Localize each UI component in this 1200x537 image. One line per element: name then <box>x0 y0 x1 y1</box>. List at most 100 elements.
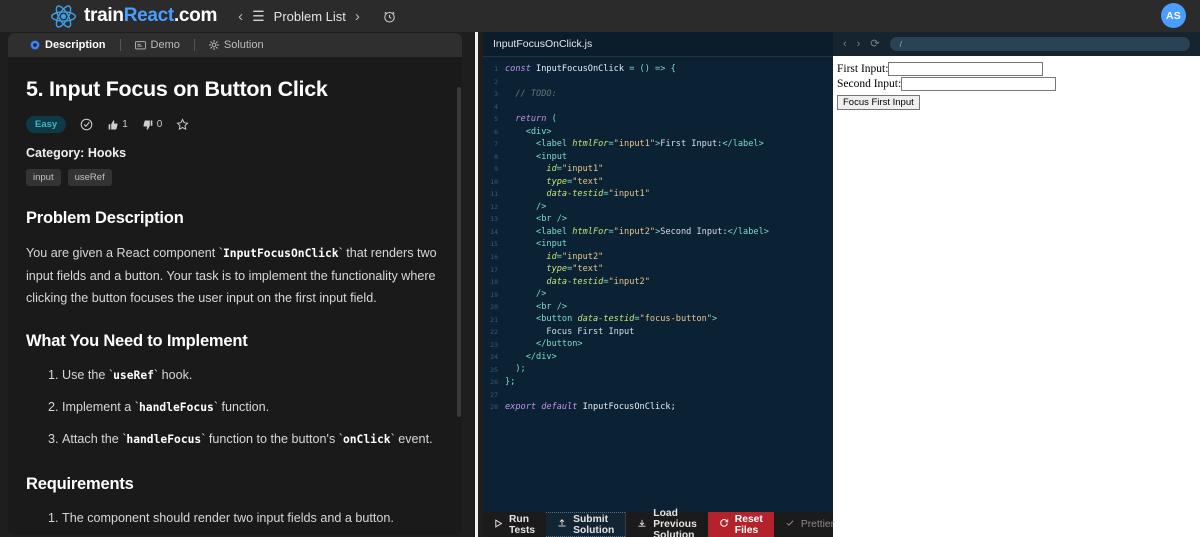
code-text[interactable]: <br /> <box>505 301 833 314</box>
code-text[interactable] <box>505 388 833 401</box>
code-text[interactable]: data-testid="input1" <box>505 188 833 201</box>
code-text[interactable]: <button data-testid="focus-button"> <box>505 313 833 326</box>
code-text[interactable]: <div> <box>505 126 833 139</box>
code-text[interactable]: </button> <box>505 338 833 351</box>
first-input-field[interactable] <box>888 62 1044 76</box>
load-previous-solution-button[interactable]: Load Previous Solution <box>625 508 707 537</box>
file-tab[interactable]: InputFocusOnClick.js <box>483 32 833 57</box>
preview-iframe-content: First Input: Second Input: Focus First I… <box>833 56 1200 537</box>
next-problem-icon[interactable]: › <box>355 9 360 24</box>
submit-solution-label: Submit Solution <box>573 513 615 536</box>
code-line: 7 <label htmlFor="input1">First Input:</… <box>483 138 833 151</box>
file-tab-label: InputFocusOnClick.js <box>493 38 593 50</box>
code-text[interactable]: const InputFocusOnClick = () => { <box>505 63 833 76</box>
code-text[interactable]: }; <box>505 376 833 389</box>
preview-forward-icon[interactable]: › <box>857 38 861 50</box>
dislike-button[interactable]: 0 <box>142 119 163 131</box>
description-scrollbar[interactable] <box>457 87 461 417</box>
like-button[interactable]: 1 <box>107 119 128 131</box>
code-line: 24 </div> <box>483 351 833 364</box>
favorite-star-icon[interactable] <box>176 118 189 131</box>
code-line: 9 id="input1" <box>483 163 833 176</box>
line-number: 9 <box>494 165 498 174</box>
desc-part-1: You are given a React component ` <box>26 246 223 260</box>
code-editor-panel: InputFocusOnClick.js 1 const InputFocusOn… <box>483 32 834 537</box>
second-input-field[interactable] <box>901 77 1057 91</box>
preview-browser-bar: ‹ › ⟳ / <box>833 32 1200 56</box>
code-line: 21 <button data-testid="focus-button"> <box>483 313 833 326</box>
problem-nav: ‹ ☰ Problem List › <box>238 9 397 24</box>
problem-description-text: You are given a React component `InputFo… <box>26 242 444 309</box>
code-line: 22 Focus First Input <box>483 326 833 339</box>
code-text[interactable]: id="input1" <box>505 163 833 176</box>
tab-demo[interactable]: Demo <box>125 39 190 51</box>
code-text[interactable]: <label htmlFor="input2">Second Input:</l… <box>505 226 833 239</box>
dislike-count: 0 <box>156 119 163 130</box>
tab-divider-2 <box>193 39 195 51</box>
code-line: 2 <box>483 76 833 89</box>
preview-panel: ‹ › ⟳ / First Input: Second Input: Focus… <box>833 32 1200 537</box>
line-number: 16 <box>490 252 498 261</box>
brand-logo-group[interactable]: trainReact.com <box>50 3 217 30</box>
code-text[interactable] <box>505 76 833 89</box>
code-text[interactable]: </div> <box>505 351 833 364</box>
code-text[interactable]: Focus First Input <box>505 326 833 339</box>
focus-first-input-button[interactable]: Focus First Input <box>837 95 920 110</box>
item-post: ` hook. <box>153 368 193 382</box>
preview-back-icon[interactable]: ‹ <box>843 38 847 50</box>
section-heading-implement: What You Need to Implement <box>26 332 248 350</box>
code-text[interactable]: /> <box>505 201 833 214</box>
line-number: 4 <box>494 102 498 111</box>
code-text[interactable]: <br /> <box>505 213 833 226</box>
code-text[interactable]: ); <box>505 363 833 376</box>
problem-list-label[interactable]: Problem List <box>274 9 346 24</box>
timer-icon[interactable] <box>382 9 397 24</box>
code-text[interactable]: /> <box>505 288 833 301</box>
tab-solution[interactable]: Solution <box>199 39 274 51</box>
item-pre: Attach the ` <box>62 432 127 447</box>
run-tests-button[interactable]: Run Tests <box>483 512 546 537</box>
panel-resize-handle[interactable] <box>470 32 483 537</box>
code-text[interactable] <box>505 101 833 114</box>
code-line: 6 <div> <box>483 126 833 139</box>
code-text[interactable]: <input <box>505 151 833 164</box>
tag-input[interactable]: input <box>26 169 61 186</box>
code-text[interactable]: type="text" <box>505 176 833 189</box>
code-text[interactable]: export default InputFocusOnClick; <box>505 401 833 414</box>
section-heading-description: Problem Description <box>26 209 184 227</box>
item-post-2: ` event. <box>390 432 433 447</box>
list-item: Implement a `handleFocus` function. <box>62 396 444 420</box>
tab-description[interactable]: Description <box>20 39 116 51</box>
mark-complete-icon[interactable] <box>80 118 93 131</box>
code-text[interactable]: id="input2" <box>505 251 833 264</box>
item-code: handleFocus <box>139 401 214 415</box>
code-text[interactable]: // TODO: <box>505 88 833 101</box>
item-pre: Use the ` <box>62 368 114 382</box>
brand-last: .com <box>173 5 218 26</box>
prev-problem-icon[interactable]: ‹ <box>238 9 243 24</box>
code-area[interactable]: 1 const InputFocusOnClick = () => {2 3 //… <box>483 57 833 512</box>
reset-files-button[interactable]: Reset Files <box>707 512 774 537</box>
problem-list-menu-icon[interactable]: ☰ <box>252 9 265 23</box>
description-scroll-area[interactable]: 5. Input Focus on Button Click Easy 1 0 … <box>8 57 462 535</box>
line-number: 22 <box>490 328 498 337</box>
code-text[interactable]: <label htmlFor="input1">First Input:</la… <box>505 138 833 151</box>
code-text[interactable]: return ( <box>505 113 833 126</box>
code-line: 26}; <box>483 376 833 389</box>
submit-solution-button[interactable]: Submit Solution <box>546 512 626 537</box>
code-text[interactable]: data-testid="input2" <box>505 276 833 289</box>
line-number: 1 <box>494 65 498 74</box>
line-number: 27 <box>490 390 498 399</box>
avatar[interactable]: AS <box>1161 3 1186 28</box>
code-text[interactable]: <input <box>505 238 833 251</box>
gear-icon <box>208 40 219 50</box>
tag-useref[interactable]: useRef <box>67 169 112 186</box>
tab-demo-label: Demo <box>150 39 180 51</box>
line-number: 15 <box>490 240 498 249</box>
list-item: Attach the `handleFocus` function to the… <box>62 428 444 452</box>
preview-reload-icon[interactable]: ⟳ <box>870 38 879 50</box>
prettier-button[interactable]: Prettier <box>774 512 845 537</box>
code-text[interactable]: type="text" <box>505 263 833 276</box>
preview-url-input[interactable]: / <box>889 37 1190 51</box>
item-code-2: onClick <box>342 433 391 447</box>
